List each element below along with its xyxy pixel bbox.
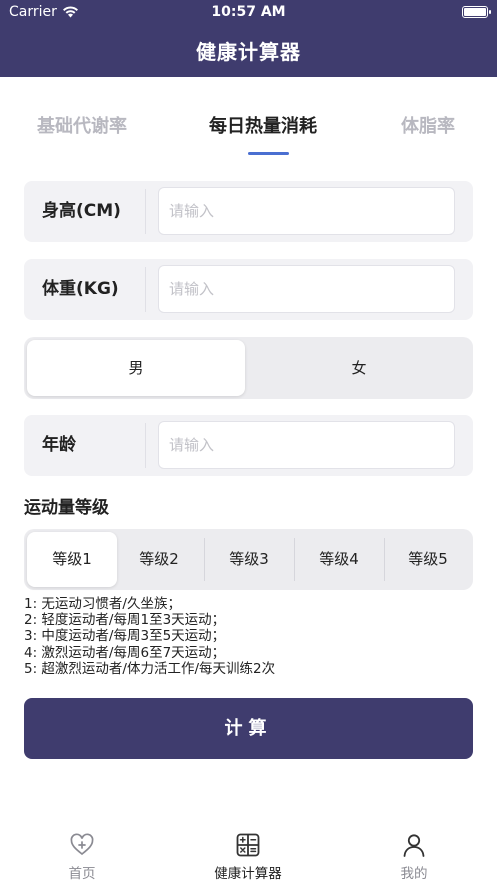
- level-1-option[interactable]: 等级1: [27, 532, 117, 587]
- gender-selector: 男 女: [24, 337, 473, 399]
- activity-level-selector: 等级1 等级2 等级3 等级4 等级5: [24, 529, 473, 590]
- tabbar-label: 健康计算器: [214, 866, 282, 882]
- weight-row: 体重(KG): [24, 259, 473, 320]
- calculate-button[interactable]: 计算: [24, 698, 473, 759]
- weight-label: 体重(KG): [42, 279, 119, 299]
- battery-icon: [462, 6, 491, 18]
- bottom-tab-bar: 首页 健康计算器 我的: [0, 820, 497, 883]
- activity-level-title: 运动量等级: [24, 498, 109, 518]
- divider: [145, 267, 146, 312]
- tab-bmr[interactable]: 基础代谢率: [37, 112, 127, 138]
- person-icon: [403, 834, 425, 857]
- gender-male-option[interactable]: 男: [27, 340, 245, 396]
- age-label: 年龄: [42, 435, 76, 455]
- height-row: 身高(CM): [24, 181, 473, 242]
- gender-female-option[interactable]: 女: [250, 340, 468, 396]
- height-label: 身高(CM): [42, 201, 121, 221]
- level-description: 3: 中度运动者/每周3至5天运动；: [24, 628, 226, 645]
- status-time: 10:57 AM: [211, 4, 286, 20]
- tab-body-fat[interactable]: 体脂率: [401, 112, 455, 138]
- calculator-tabs: 基础代谢率 每日热量消耗 体脂率: [0, 108, 497, 156]
- level-description: 1: 无运动习惯者/久坐族；: [24, 596, 181, 612]
- level-2-option[interactable]: 等级2: [114, 532, 204, 587]
- header: Carrier 10:57 AM 健康计算器: [0, 0, 497, 77]
- divider: [145, 189, 146, 234]
- level-4-option[interactable]: 等级4: [294, 532, 384, 587]
- tabbar-item-home[interactable]: 首页: [22, 820, 142, 882]
- divider: [145, 423, 146, 468]
- level-5-option[interactable]: 等级5: [383, 532, 473, 587]
- level-3-option[interactable]: 等级3: [204, 532, 294, 587]
- age-input[interactable]: [158, 421, 455, 469]
- level-description: 4: 激烈运动者/每周6至7天运动；: [24, 644, 226, 661]
- status-bar: Carrier 10:57 AM: [0, 0, 497, 26]
- height-input[interactable]: [158, 187, 455, 235]
- tabbar-item-profile[interactable]: 我的: [354, 820, 474, 882]
- tabbar-item-calculator[interactable]: 健康计算器: [188, 820, 308, 882]
- heart-plus-icon: [70, 833, 94, 856]
- page-title: 健康计算器: [196, 40, 301, 64]
- tab-daily-calories[interactable]: 每日热量消耗: [209, 112, 317, 138]
- calculator-icon: [236, 833, 260, 857]
- activity-level-descriptions: 1: 无运动习惯者/久坐族； 2: 轻度运动者/每周1至3天运动； 3: 中度运…: [24, 596, 275, 677]
- level-description: 2: 轻度运动者/每周1至3天运动；: [24, 612, 226, 629]
- tabbar-label: 我的: [400, 866, 428, 882]
- tabbar-label: 首页: [68, 866, 96, 882]
- weight-input[interactable]: [158, 265, 455, 313]
- age-row: 年龄: [24, 415, 473, 476]
- active-tab-indicator: [248, 152, 289, 155]
- level-description: 5: 超激烈运动者/体力活工作/每天训练2次: [24, 660, 276, 677]
